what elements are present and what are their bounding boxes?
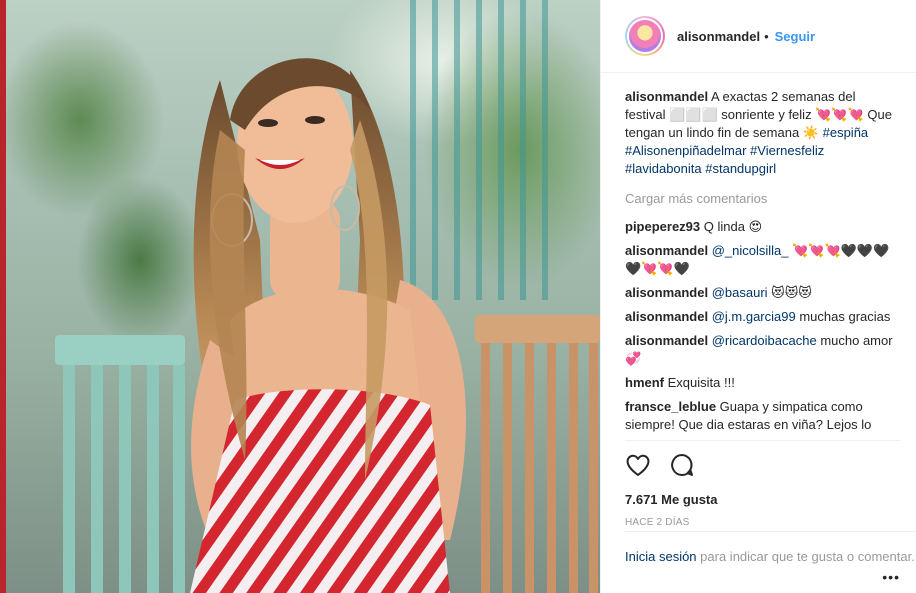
mention-link[interactable]: @j.m.garcia99 [712,309,796,324]
post-photo[interactable] [0,0,600,593]
login-prompt: Inicia sesión para indicar que te gusta … [625,531,916,566]
follow-button[interactable]: Seguir [775,29,815,44]
comment-text: Q linda 😍 [703,219,763,234]
comment-text: muchas gracias [799,309,891,324]
hashtag-link[interactable]: #lavidabonita [625,161,702,176]
hashtag-link[interactable]: #Alisonenpiñadelmar [625,143,746,158]
mention-link[interactable]: @ricardoibacache [712,333,817,348]
action-icons [625,441,900,480]
avatar[interactable] [625,16,665,56]
comment-username[interactable]: alisonmandel [625,243,708,258]
caption: alisonmandel A exactas 2 semanas del fes… [625,88,895,178]
header-username[interactable]: alisonmandel [677,29,760,44]
login-prompt-text: para indicar que te gusta o comentar. [700,549,915,564]
caption-username[interactable]: alisonmandel [625,89,708,104]
comment-item: alisonmandel @_nicolsilla_ 💘💘💘🖤🖤🖤🖤💘💘🖤 [625,242,895,278]
post-time: HACE 2 DÍAS [625,517,690,528]
comment-username[interactable]: hmenf [625,375,664,390]
hashtag-link[interactable]: #standupgirl [705,161,776,176]
woman-figure [190,58,466,593]
comment-item: pipeperez93 Q linda 😍 [625,218,895,236]
heart-icon[interactable] [625,453,651,480]
more-options-icon[interactable]: ••• [882,569,900,585]
header-dot: • [764,28,769,44]
comment-icon[interactable] [669,453,695,480]
mention-link[interactable]: @basauri [712,285,768,300]
hashtag-link[interactable]: #Viernesfeliz [750,143,824,158]
comment-username[interactable]: pipeperez93 [625,219,700,234]
comment-item: alisonmandel @j.m.garcia99 muchas gracia… [625,308,895,326]
likes-count[interactable]: 7.671 Me gusta [625,492,900,507]
post-actions: 7.671 Me gusta HACE 2 DÍAS Inicia sesión… [625,440,916,590]
comments-list[interactable]: alisonmandel A exactas 2 semanas del fes… [625,88,895,440]
load-more-comments-button[interactable]: Cargar más comentarios [625,190,895,208]
post-side-panel: alisonmandel • Seguir alisonmandel A exa… [600,0,916,593]
comment-username[interactable]: alisonmandel [625,285,708,300]
wooden-chair [475,315,600,593]
comment-item: alisonmandel @ricardoibacache mucho amor… [625,332,895,368]
comment-text: 😻😻😻 [771,285,812,300]
comment-item: hmenf Exquisita !!! [625,374,895,392]
comment-item: fransce_leblue Guapa y simpatica como si… [625,398,895,434]
post-header: alisonmandel • Seguir [601,0,916,73]
comment-item: alisonmandel @basauri 😻😻😻 [625,284,895,302]
comment-text: Exquisita !!! [667,375,735,390]
comment-username[interactable]: alisonmandel [625,333,708,348]
hashtag-link[interactable]: #espiña [823,125,869,140]
mention-link[interactable]: @_nicolsilla_ [712,243,789,258]
instagram-post: alisonmandel • Seguir alisonmandel A exa… [0,0,916,593]
login-link[interactable]: Inicia sesión [625,549,697,564]
comment-username[interactable]: fransce_leblue [625,399,716,414]
comment-username[interactable]: alisonmandel [625,309,708,324]
red-edge [0,0,6,593]
